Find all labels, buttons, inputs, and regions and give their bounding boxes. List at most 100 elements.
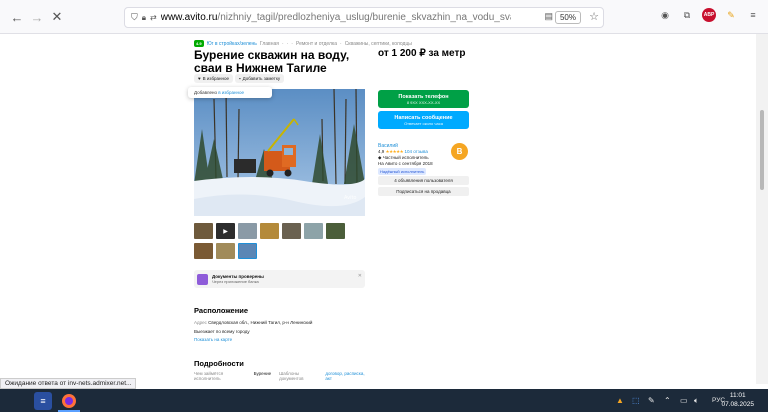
- firefox-icon[interactable]: [60, 392, 78, 410]
- user-ads-button[interactable]: 4 объявления пользователя: [378, 176, 469, 185]
- main-photo[interactable]: Avito: [194, 89, 365, 216]
- taskbar: ≡ ▲ ⬚ ✎ ⌃ ▭ 🔈︎ РУС 11:01 07.08.2025: [0, 389, 768, 412]
- url-text[interactable]: www.avito.ru/nizhniy_tagil/predlozheniya…: [161, 12, 511, 23]
- photo-thumbnails-row2: [194, 243, 257, 259]
- details-heading: Подробности: [194, 359, 244, 368]
- close-icon[interactable]: ✕: [358, 273, 362, 279]
- photo-thumbnail[interactable]: [194, 243, 213, 259]
- stop-loading-icon[interactable]: ✕: [46, 6, 68, 28]
- network-icon[interactable]: ▭: [680, 396, 688, 405]
- address-bar[interactable]: ⛉ 🔒︎ ⇄ www.avito.ru/nizhniy_tagil/predlo…: [124, 7, 604, 28]
- photo-thumbnail[interactable]: [216, 243, 235, 259]
- details-row: Чем займётся исполнитель Бурение Шаблоны…: [194, 371, 369, 381]
- address-label: Адрес: [194, 320, 207, 325]
- show-map-link[interactable]: Показать на карте: [194, 337, 232, 342]
- menu-icon[interactable]: ≡: [746, 8, 760, 22]
- listing-price: от 1 200 ₽ за метр: [378, 48, 466, 59]
- permissions-icon[interactable]: ⇄: [150, 13, 157, 22]
- breadcrumb-separator: ·: [281, 40, 284, 47]
- travel-note: Выезжает по всему городу: [194, 329, 250, 334]
- note-label: Добавить заметку: [242, 76, 281, 81]
- tray-pen-icon[interactable]: ✎: [648, 396, 655, 405]
- seller-since: На Авито с сентября 2018: [378, 161, 433, 166]
- listing-title: Бурение скважин на воду, сваи в Нижнем Т…: [194, 48, 350, 75]
- photo-thumbnail[interactable]: [260, 223, 279, 239]
- seller-avatar[interactable]: В: [451, 143, 468, 160]
- breadcrumb-category-link[interactable]: Юг в стройках/зелень: [207, 41, 257, 47]
- verified-user-icon: ◆: [378, 155, 382, 160]
- write-message-button[interactable]: Написать сообщение Отвечает около часа: [378, 111, 469, 129]
- taskbar-app-icon[interactable]: ≡: [34, 392, 52, 410]
- photo-thumbnail-active[interactable]: [238, 243, 257, 259]
- note-icon: ▪: [239, 76, 241, 81]
- photo-thumbnail[interactable]: [326, 223, 345, 239]
- location-heading: Расположение: [194, 306, 249, 315]
- reliable-badge: Надёжный исполнитель: [378, 168, 427, 175]
- photo-thumbnails: ▶: [194, 223, 345, 239]
- photo-watermark: Avito: [344, 195, 357, 201]
- seller-rating: 4,9: [378, 149, 385, 154]
- photo-thumbnail[interactable]: [282, 223, 301, 239]
- details-label: Чем займётся исполнитель: [194, 371, 224, 381]
- clock-date: 07.08.2025: [721, 401, 754, 408]
- breadcrumb-separator: ·: [340, 40, 342, 47]
- rating-badge: 4.9: [194, 40, 204, 47]
- favorite-button[interactable]: ♥ В избранное: [194, 74, 234, 83]
- phone-button-number: 8 9ХХ ХХХ-ХХ-ХХ: [406, 99, 441, 105]
- tooltip-text: Добавлено: [194, 90, 219, 95]
- bookmark-star-icon[interactable]: ☆: [589, 10, 599, 23]
- details-list: Чем займётся исполнитель Бурение Шаблоны…: [194, 371, 369, 383]
- scrollbar-thumb[interactable]: [760, 110, 764, 190]
- url-host: www.avito.ru: [160, 12, 218, 23]
- details-label: Шаблоны документов: [279, 371, 304, 381]
- reader-view-icon[interactable]: ▤: [544, 11, 553, 22]
- tray-warning-icon[interactable]: ▲: [616, 396, 624, 405]
- docs-subtitle: Через приложение банка: [212, 279, 259, 284]
- brush-extension-icon[interactable]: ✎: [724, 8, 738, 22]
- breadcrumb-item[interactable]: Скважины, септики, колодцы: [345, 41, 412, 47]
- breadcrumb-item[interactable]: Главная: [260, 41, 279, 47]
- details-value-link[interactable]: договор, расписка, акт: [325, 371, 369, 381]
- back-icon[interactable]: ←: [6, 6, 28, 28]
- tray-chevron-icon[interactable]: ⌃: [664, 396, 671, 405]
- shield-icon[interactable]: ⛉: [131, 12, 138, 23]
- details-value: Бурение: [253, 371, 272, 376]
- extension-area: ◉ ⧉ ABP ✎ ≡: [658, 8, 760, 22]
- breadcrumb-item[interactable]: Ремонт и отделка: [296, 41, 337, 47]
- seller-type-text: Частный исполнитель: [382, 155, 429, 160]
- breadcrumb: 4.9 Юг в стройках/зелень Главная · · · Р…: [194, 40, 412, 47]
- play-icon: ▶: [223, 228, 228, 235]
- show-phone-button[interactable]: Показать телефон 8 9ХХ ХХХ-ХХ-ХХ: [378, 90, 469, 108]
- heart-icon: ♥: [198, 76, 201, 81]
- address-value: Свердловская обл., Нижний Тагил, р-н Лен…: [208, 320, 313, 325]
- video-thumbnail[interactable]: ▶: [216, 223, 235, 239]
- tray-screenshot-icon[interactable]: ⬚: [632, 396, 640, 405]
- lock-icon[interactable]: 🔒︎: [142, 13, 146, 23]
- favorite-label: В избранное: [202, 76, 230, 81]
- rating-stars: ★★★★★: [385, 149, 404, 154]
- account-icon[interactable]: ◉: [658, 8, 672, 22]
- clock-time: 11:01: [729, 392, 746, 399]
- adblock-icon[interactable]: ABP: [702, 8, 716, 22]
- documents-verified-banner[interactable]: Документы проверены Через приложение бан…: [194, 270, 365, 288]
- message-button-sub: Отвечает около часа: [404, 120, 443, 126]
- forward-icon[interactable]: →: [26, 6, 48, 28]
- address-line: Адрес Свердловская обл., Нижний Тагил, р…: [194, 320, 312, 325]
- breadcrumb-separator: ·: [291, 40, 293, 47]
- zoom-level[interactable]: 50%: [554, 11, 581, 24]
- volume-icon[interactable]: 🔈︎: [694, 396, 699, 406]
- scrollbar-track[interactable]: [756, 34, 768, 384]
- breadcrumb-separator: ·: [286, 40, 289, 47]
- clock[interactable]: 11:01 07.08.2025: [721, 391, 754, 409]
- add-note-button[interactable]: ▪ Добавить заметку: [235, 74, 285, 83]
- photo-thumbnail[interactable]: [194, 223, 213, 239]
- subscribe-button[interactable]: Подписаться на продавца: [378, 187, 469, 196]
- url-path: /nizhniy_tagil/predlozheniya_uslug/buren…: [217, 12, 511, 23]
- photo-thumbnail[interactable]: [304, 223, 323, 239]
- reviews-link[interactable]: 104 отзыва: [404, 149, 427, 154]
- tooltip-favorites-link[interactable]: в избранное: [218, 90, 244, 95]
- favorite-tooltip: Добавлено в избранное: [188, 87, 272, 98]
- extensions-icon[interactable]: ⧉: [680, 8, 694, 22]
- photo-thumbnail[interactable]: [238, 223, 257, 239]
- browser-toolbar: ← → ✕ ⛉ 🔒︎ ⇄ www.avito.ru/nizhniy_tagil/…: [0, 0, 768, 34]
